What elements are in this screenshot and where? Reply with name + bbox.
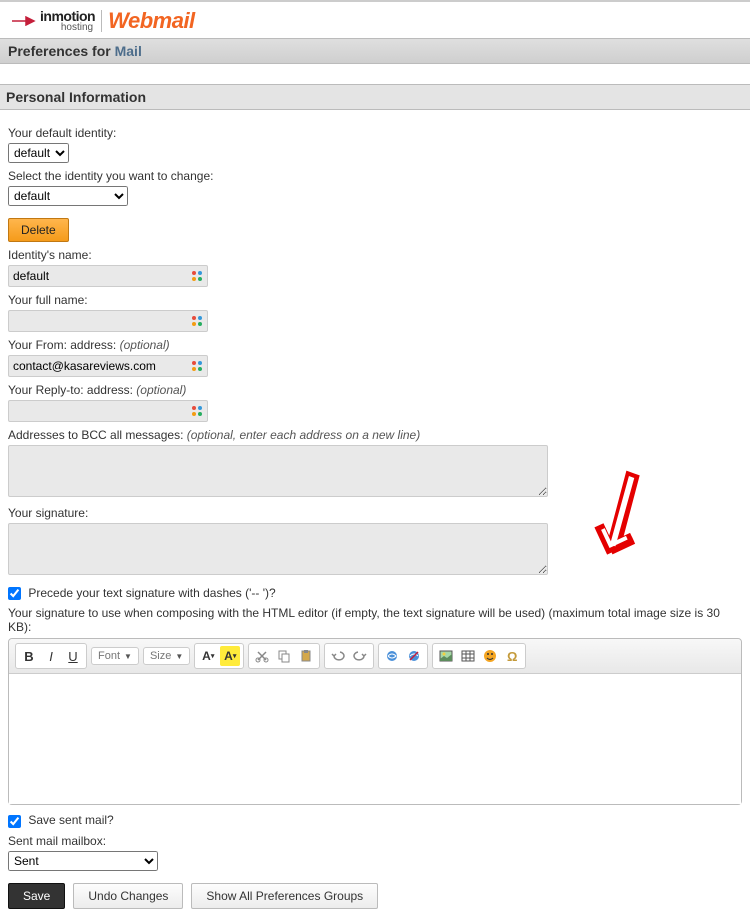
table-button[interactable] (458, 646, 478, 666)
identity-name-label: Identity's name: (8, 248, 742, 262)
logo-brand-sub: hosting (40, 23, 95, 32)
save-sent-label: Save sent mail? (28, 813, 113, 827)
keyboard-icon[interactable] (190, 359, 204, 373)
unlink-button[interactable] (404, 646, 424, 666)
save-sent-checkbox[interactable] (8, 815, 21, 828)
highlight-button[interactable]: A▾ (220, 646, 240, 666)
save-button[interactable]: Save (8, 883, 65, 909)
keyboard-icon[interactable] (190, 269, 204, 283)
text-color-button[interactable]: A▾ (198, 646, 218, 666)
emoticon-button[interactable] (480, 646, 500, 666)
precede-dashes-checkbox[interactable] (8, 587, 21, 600)
title-prefix: Preferences for (8, 43, 115, 59)
logo-arrow-icon (12, 16, 36, 26)
select-identity-select[interactable]: default (8, 186, 128, 206)
bcc-textarea[interactable] (8, 445, 548, 497)
reply-to-label: Your Reply-to: address: (optional) (8, 383, 742, 397)
logo-separator (101, 10, 102, 32)
inmotion-logo: inmotion hosting (12, 10, 95, 32)
font-dropdown[interactable]: Font▼ (91, 647, 139, 665)
signature-textarea[interactable] (8, 523, 548, 575)
show-all-prefs-button[interactable]: Show All Preferences Groups (191, 883, 378, 909)
full-name-input[interactable] (8, 310, 208, 332)
keyboard-icon[interactable] (190, 404, 204, 418)
editor-body[interactable] (9, 674, 741, 804)
special-char-button[interactable]: Ω (502, 646, 522, 666)
undo-button[interactable] (328, 646, 348, 666)
section-personal-info: Personal Information (0, 84, 750, 110)
italic-button[interactable]: I (41, 646, 61, 666)
webmail-logo: Webmail (108, 8, 195, 34)
sent-mailbox-select[interactable]: Sent (8, 851, 158, 871)
select-identity-label: Select the identity you want to change: (8, 169, 742, 183)
precede-dashes-label: Precede your text signature with dashes … (28, 586, 275, 600)
default-identity-label: Your default identity: (8, 126, 742, 140)
underline-button[interactable]: U (63, 646, 83, 666)
bottom-action-bar: Save Undo Changes Show All Preferences G… (0, 875, 750, 917)
bcc-label: Addresses to BCC all messages: (optional… (8, 428, 742, 442)
html-editor: B I U Font▼ Size▼ A▾ A▾ (8, 638, 742, 805)
html-signature-label: Your signature to use when composing wit… (8, 606, 742, 634)
full-name-label: Your full name: (8, 293, 742, 307)
preferences-header: Preferences for Mail (0, 38, 750, 64)
app-name-link[interactable]: Mail (115, 43, 142, 59)
image-button[interactable] (436, 646, 456, 666)
page-container: inmotion hosting Webmail Preferences for… (0, 0, 750, 917)
logo-bar: inmotion hosting Webmail (0, 2, 750, 38)
paste-button[interactable] (296, 646, 316, 666)
keyboard-icon[interactable] (190, 314, 204, 328)
size-dropdown[interactable]: Size▼ (143, 647, 190, 665)
redo-button[interactable] (350, 646, 370, 666)
undo-changes-button[interactable]: Undo Changes (73, 883, 183, 909)
page-title: Preferences for Mail (8, 43, 742, 59)
default-identity-select[interactable]: default (8, 143, 69, 163)
chevron-down-icon: ▼ (124, 652, 132, 661)
delete-button[interactable]: Delete (8, 218, 69, 242)
chevron-down-icon: ▼ (175, 652, 183, 661)
cut-button[interactable] (252, 646, 272, 666)
editor-toolbar: B I U Font▼ Size▼ A▾ A▾ (9, 639, 741, 674)
from-address-input[interactable] (8, 355, 208, 377)
link-button[interactable] (382, 646, 402, 666)
copy-button[interactable] (274, 646, 294, 666)
from-address-label: Your From: address: (optional) (8, 338, 742, 352)
bold-button[interactable]: B (19, 646, 39, 666)
sent-mailbox-label: Sent mail mailbox: (8, 834, 742, 848)
reply-to-input[interactable] (8, 400, 208, 422)
logo-brand-main: inmotion (40, 10, 95, 23)
identity-name-input[interactable] (8, 265, 208, 287)
